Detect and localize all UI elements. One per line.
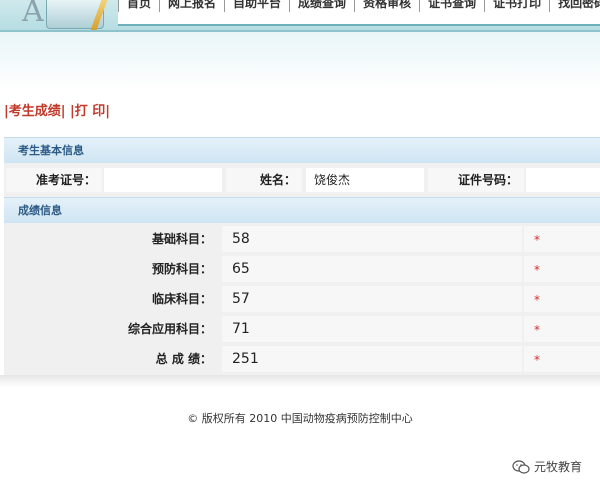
score-value: 71 — [222, 316, 522, 342]
toolbar: |考生成绩| |打 印| — [4, 100, 110, 119]
nav-item-register[interactable]: 网上报名 — [159, 0, 224, 12]
score-row: 预防科目： 65 * — [4, 255, 600, 283]
score-link[interactable]: |考生成绩| — [4, 104, 66, 119]
required-mark: * — [524, 316, 600, 342]
site-header: A 首页 网上报名 自助平台 成绩查询 资格审核 证书查询 证书打印 找回密码 — [0, 0, 600, 32]
nav-item-certificate-print[interactable]: 证书打印 — [484, 0, 549, 12]
total-label: 总 成 绩： — [4, 346, 218, 372]
print-link[interactable]: |打 印| — [70, 104, 110, 119]
main-nav: 首页 网上报名 自助平台 成绩查询 资格审核 证书查询 证书打印 找回密码 — [118, 0, 600, 26]
logo-letter: A — [22, 0, 44, 29]
required-mark: * — [524, 226, 600, 252]
nav-item-certificate-query[interactable]: 证书查询 — [419, 0, 484, 12]
score-row: 总 成 绩： 251 * — [4, 345, 600, 373]
basic-info-row: 准考证号： 姓名： 饶俊杰 证件号码： — [4, 165, 600, 195]
score-label: 基础科目： — [4, 226, 218, 252]
score-label: 综合应用科目： — [4, 316, 218, 342]
score-value: 57 — [222, 286, 522, 312]
footer-copyright: © 版权所有 2010 中国动物疫病预防控制中心 — [187, 412, 413, 425]
watermark-text: 元牧教育 — [534, 460, 583, 474]
nav-item-recover-password[interactable]: 找回密码 — [549, 0, 600, 12]
nav-item-score-query[interactable]: 成绩查询 — [289, 0, 354, 12]
watermark: 元牧教育 — [512, 458, 582, 475]
score-row: 临床科目： 57 * — [4, 285, 600, 313]
result-panel: 考生基本信息 准考证号： 姓名： 饶俊杰 证件号码： 成绩信息 基础科目： 58… — [4, 137, 600, 375]
score-value: 58 — [222, 226, 522, 252]
nav-item-qualification[interactable]: 资格审核 — [354, 0, 419, 12]
wechat-icon — [512, 459, 530, 474]
basic-info-header: 考生基本信息 — [4, 137, 600, 163]
id-value — [526, 168, 600, 192]
nav-item-self-service[interactable]: 自助平台 — [224, 0, 289, 12]
required-mark: * — [524, 256, 600, 282]
required-mark: * — [524, 346, 600, 372]
score-row: 综合应用科目： 71 * — [4, 315, 600, 343]
score-info-header: 成绩信息 — [4, 197, 600, 223]
required-mark: * — [524, 286, 600, 312]
name-value: 饶俊杰 — [306, 168, 424, 192]
score-row: 基础科目： 58 * — [4, 225, 600, 253]
score-label: 预防科目： — [4, 256, 218, 282]
header-band — [0, 32, 600, 90]
nav-item-home[interactable]: 首页 — [118, 0, 159, 12]
id-label: 证件号码： — [428, 168, 524, 192]
score-value: 65 — [222, 256, 522, 282]
total-value: 251 — [222, 346, 522, 372]
name-label: 姓名： — [226, 168, 302, 192]
ticket-value — [104, 168, 222, 192]
score-label: 临床科目： — [4, 286, 218, 312]
panel-divider — [0, 375, 600, 387]
ticket-label: 准考证号： — [6, 168, 102, 192]
